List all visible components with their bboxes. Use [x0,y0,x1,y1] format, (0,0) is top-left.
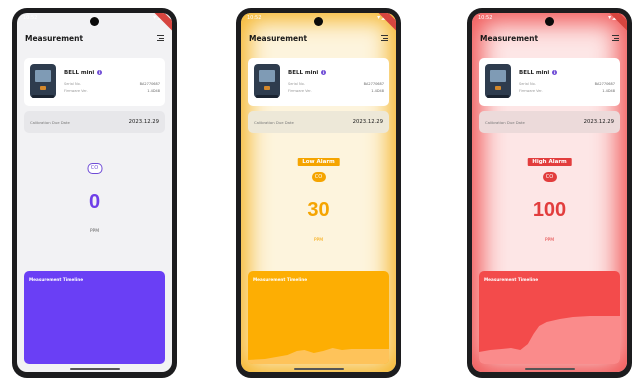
timeline-area [248,348,389,364]
page-title: Measurement [25,34,84,43]
phone-screen: 10:52 ▾◢▮ Measurement BELL mini i Serial… [472,13,627,372]
high-alarm-badge: High Alarm [527,158,572,166]
calibration-value: 2023.12.29 [128,119,159,125]
device-name: BELL mini i [288,70,327,76]
serial-label: Serial No. [288,82,305,86]
firmware-label: Firmware Ver. [64,89,88,93]
app-header: Measurement [480,34,619,48]
phone-screen: 10:52 ▾◢▮ Measurement BELL mini i Serial… [17,13,172,372]
menu-icon[interactable] [381,35,388,41]
serial-value: BA2770687 [363,82,384,86]
device-image [30,64,56,98]
phone-high-alarm: 10:52 ▾◢▮ Measurement BELL mini i Serial… [467,8,632,378]
measurement-timeline: Measurement Timeline [479,271,620,364]
calibration-card: Calibration Due Date 2023.12.29 [479,111,620,133]
gas-badge: CO [542,172,557,182]
reading-unit: PPM [89,229,100,234]
info-icon[interactable]: i [321,70,327,75]
calibration-label: Calibration Due Date [254,120,294,125]
calibration-value: 2023.12.29 [352,119,383,125]
device-card[interactable]: BELL mini i Serial No. BA2770687 Firmwar… [248,58,389,106]
device-card[interactable]: BELL mini i Serial No. BA2770687 Firmwar… [479,58,620,106]
phone-screen: 10:52 ▾◢▮ Measurement BELL mini i Serial… [241,13,396,372]
phone-low-alarm: 10:52 ▾◢▮ Measurement BELL mini i Serial… [236,8,401,378]
serial-label: Serial No. [64,82,81,86]
menu-icon[interactable] [612,35,619,41]
firmware-value: 1.4D48 [602,89,615,93]
reading-unit: PPM [544,238,555,243]
timeline-graph [248,348,389,364]
timeline-graph [479,316,620,364]
gas-reading: 0 [88,191,101,213]
camera-icon [545,17,554,26]
measurement-timeline: Measurement Timeline [24,271,165,364]
firmware-value: 1.4D48 [147,89,160,93]
timeline-area [479,316,620,364]
home-indicator[interactable] [69,368,120,370]
device-image [485,64,511,98]
home-indicator[interactable] [293,368,344,370]
calibration-value: 2023.12.29 [583,119,614,125]
calibration-label: Calibration Due Date [485,120,525,125]
gas-reading: 100 [532,199,567,221]
status-time: 10:52 [23,15,38,21]
low-alarm-badge: Low Alarm [297,158,340,166]
home-indicator[interactable] [524,368,575,370]
device-card[interactable]: BELL mini i Serial No. BA2770687 Firmwar… [24,58,165,106]
serial-label: Serial No. [519,82,536,86]
device-name: BELL mini i [64,70,103,76]
camera-icon [314,17,323,26]
calibration-card: Calibration Due Date 2023.12.29 [24,111,165,133]
info-icon[interactable]: i [97,70,103,75]
reading-unit: PPM [313,238,324,243]
gas-reading: 30 [307,199,330,221]
device-image [254,64,280,98]
menu-icon[interactable] [157,35,164,41]
app-header: Measurement [25,34,164,48]
app-header: Measurement [249,34,388,48]
status-time: 10:52 [478,15,493,21]
device-name: BELL mini i [519,70,558,76]
measurement-timeline: Measurement Timeline [248,271,389,364]
gas-badge: CO [87,163,102,174]
page-title: Measurement [480,34,539,43]
page-title: Measurement [249,34,308,43]
timeline-title: Measurement Timeline [29,277,84,282]
serial-value: BA2770687 [139,82,160,86]
status-time: 10:52 [247,15,262,21]
timeline-title: Measurement Timeline [484,277,539,282]
serial-value: BA2770687 [594,82,615,86]
info-icon[interactable]: i [552,70,558,75]
firmware-label: Firmware Ver. [519,89,543,93]
camera-icon [90,17,99,26]
phone-normal: 10:52 ▾◢▮ Measurement BELL mini i Serial… [12,8,177,378]
timeline-title: Measurement Timeline [253,277,308,282]
firmware-value: 1.4D48 [371,89,384,93]
gas-badge: CO [311,172,326,182]
calibration-label: Calibration Due Date [30,120,70,125]
calibration-card: Calibration Due Date 2023.12.29 [248,111,389,133]
firmware-label: Firmware Ver. [288,89,312,93]
